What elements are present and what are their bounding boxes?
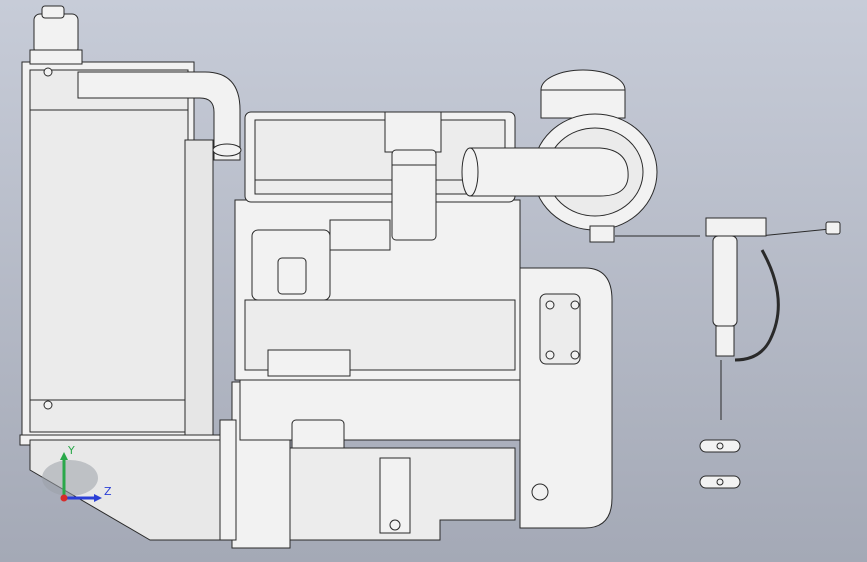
x-axis-origin-dot (60, 494, 68, 502)
y-axis-arrowhead (60, 452, 68, 460)
fuel-filter[interactable] (384, 111, 442, 241)
cad-viewport[interactable]: Y Z (0, 0, 867, 562)
flywheel-housing[interactable] (519, 267, 613, 529)
coordinate-triad: Y Z (40, 440, 120, 520)
oil-sump[interactable] (289, 447, 516, 541)
coolant-header-tank[interactable] (29, 5, 83, 65)
intake-pipe[interactable] (461, 147, 629, 197)
triad-axes (42, 452, 102, 502)
radiator[interactable] (19, 61, 221, 446)
z-axis-arrowhead (94, 494, 102, 502)
triad-shadow (42, 460, 98, 496)
engine-assembly-model[interactable] (0, 0, 867, 562)
y-axis-label: Y (68, 444, 75, 457)
z-axis-label: Z (104, 485, 112, 498)
hose-clamps[interactable] (699, 439, 741, 489)
